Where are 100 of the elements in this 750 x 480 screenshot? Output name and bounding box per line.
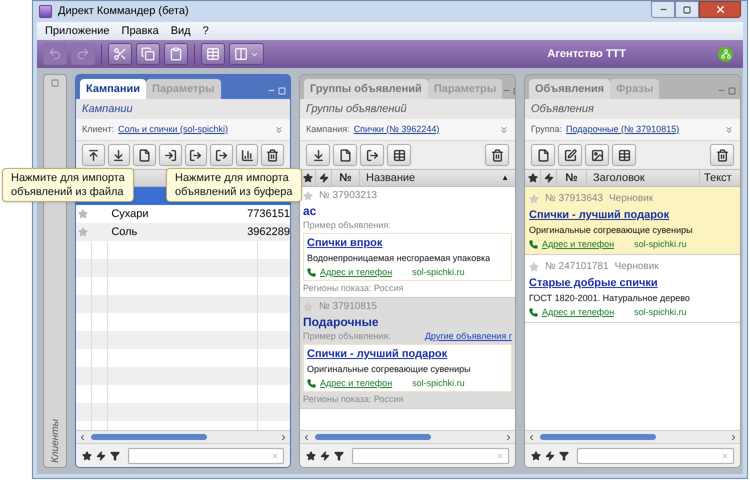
import-icon [189, 148, 202, 162]
tooltip: Нажмите для импорта объявлений из буфера [166, 168, 302, 202]
tool-button[interactable] [612, 144, 636, 166]
delete-button[interactable] [485, 144, 509, 166]
sort-indicator: ▲ [501, 172, 509, 184]
toolbar-button[interactable] [201, 43, 225, 65]
ad-card[interactable]: № 37913643 Черновик Спички - лучший подарок Оригинальные согревающие сувениры Адрес и телефон sol-spichki.ru [525, 187, 740, 255]
toolbar-button[interactable] [164, 43, 188, 65]
tooltip: Нажмите для импорта объявлений из файла [2, 168, 134, 202]
column-header[interactable]: № [339, 170, 352, 186]
tool-button[interactable] [306, 144, 330, 166]
bolt-icon [545, 450, 555, 460]
filter-icon [334, 450, 344, 460]
scrollbar-thumb[interactable] [315, 434, 432, 440]
tool-button[interactable] [333, 144, 357, 166]
panel-tab[interactable]: Кампании [80, 79, 146, 99]
tool-button[interactable] [108, 144, 130, 166]
filter-link[interactable]: Соль и спички (sol-spichki) [118, 122, 228, 136]
scrollbar-thumb[interactable] [540, 434, 656, 440]
filter-icon [559, 450, 569, 460]
import-icon [164, 148, 177, 162]
ad-text: Оригинальные согревающие сувениры [529, 224, 693, 236]
contacts-link[interactable]: Адрес и телефон [320, 266, 392, 278]
edit-icon [564, 148, 576, 162]
star-icon [529, 194, 539, 204]
scroll-right-icon [729, 432, 738, 442]
phone-icon [529, 308, 538, 316]
menu-item[interactable]: Приложение [45, 22, 110, 40]
column-header[interactable]: № [565, 170, 578, 186]
contacts-link[interactable]: Адрес и телефон [542, 238, 614, 250]
tool-button[interactable] [360, 144, 384, 166]
scroll-left-icon [78, 432, 87, 442]
tool-button[interactable] [558, 144, 582, 166]
ad-number: № 37913643 [545, 192, 603, 206]
search-field[interactable] [352, 448, 509, 464]
ad-title[interactable]: Спички - лучший подарок [529, 208, 670, 222]
menu-item[interactable]: Вид [170, 22, 191, 40]
tool-button[interactable] [585, 144, 609, 166]
clear-icon [271, 452, 279, 460]
bolt-icon [544, 173, 554, 183]
side-panel-label: Клиенты [48, 419, 62, 463]
tool-button[interactable] [210, 144, 233, 166]
clear-icon [496, 452, 504, 460]
filter-link[interactable]: Подарочные (№ 37910815) [566, 122, 680, 136]
ad-title[interactable]: Спички впрок [307, 236, 382, 250]
toolbar-button[interactable] [136, 43, 160, 65]
ad-title[interactable]: Старые добрые спички [529, 276, 658, 290]
table-cell: 3962289 [247, 226, 290, 238]
tool-button[interactable] [531, 144, 555, 166]
column-header[interactable]: Текст [704, 170, 732, 186]
tool-button[interactable] [133, 144, 156, 166]
tool-button[interactable] [184, 144, 208, 166]
search-field[interactable] [577, 448, 734, 464]
toolbar-button[interactable] [108, 43, 132, 65]
scrollbar-thumb[interactable] [91, 434, 206, 440]
table-icon [618, 148, 630, 162]
other-ads-link[interactable]: Другие объявления г [424, 331, 512, 342]
app-logo-icon [39, 5, 52, 18]
network-icon [718, 46, 733, 62]
maximize-icon [278, 86, 286, 94]
clear-icon [721, 452, 729, 460]
scroll-left-icon [302, 432, 311, 442]
table-icon [206, 47, 220, 61]
document-icon [138, 148, 152, 162]
maximize-button[interactable] [675, 1, 699, 18]
ad-title[interactable]: Спички - лучший подарок [307, 347, 448, 361]
ad-domain: sol-spichki.ru [634, 306, 687, 318]
panel-subtitle: Группы объявлений [306, 102, 407, 117]
tool-button[interactable] [387, 144, 411, 166]
toolbar-button[interactable] [229, 43, 264, 65]
download-icon [312, 148, 324, 162]
ad-status: Черновик [609, 192, 654, 206]
search-field[interactable] [128, 448, 284, 464]
export-icon [214, 148, 228, 162]
bolt-icon [320, 450, 330, 460]
delete-button[interactable] [261, 144, 284, 166]
scroll-right-icon [504, 432, 513, 442]
close-button[interactable] [699, 1, 741, 18]
star-icon [529, 262, 539, 272]
tool-button[interactable] [236, 144, 258, 166]
column-header[interactable]: Заголовок [593, 170, 645, 186]
filter-link[interactable]: Спички (№ 3962244) [354, 122, 440, 136]
table-row[interactable]: Соль 3962289 [76, 223, 290, 241]
table-cell: Сухари [111, 208, 149, 220]
contacts-link[interactable]: Адрес и телефон [542, 306, 614, 318]
group-card[interactable]: № 37910815 Подарочные Пример объявления: Другие объявления г Спички - лучший подарок Оригинальные согревающие сувениры Адрес и телефон sol-spichki.ru Регионы показа: Россия [300, 298, 515, 409]
trash-icon [490, 148, 504, 162]
ad-domain: sol-spichki.ru [412, 377, 465, 389]
restore-icon [51, 79, 59, 87]
bar-chart-icon [240, 148, 254, 162]
column-header[interactable]: Название [366, 170, 416, 186]
maximize-icon [728, 86, 736, 94]
delete-button[interactable] [710, 144, 734, 166]
tool-button[interactable] [82, 144, 105, 166]
menu-item[interactable]: ? [202, 22, 209, 40]
menu-item[interactable]: Правка [122, 22, 159, 40]
table-cell: Соль [111, 226, 138, 238]
tool-button[interactable] [158, 144, 182, 166]
star-icon [302, 173, 312, 183]
contacts-link[interactable]: Адрес и телефон [320, 377, 392, 389]
